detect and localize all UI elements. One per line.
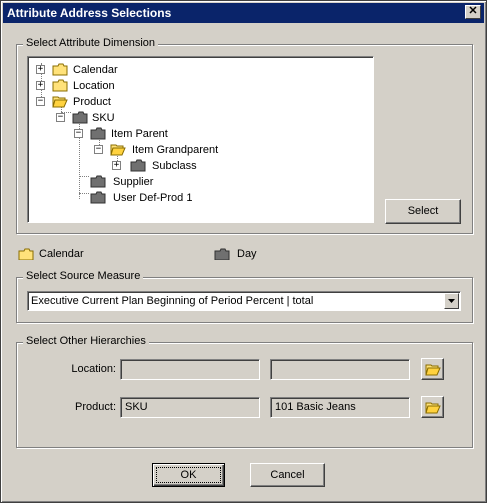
tree-node[interactable]: + Location <box>28 79 368 93</box>
source-measure-value: Executive Current Plan Beginning of Peri… <box>31 295 314 307</box>
folder-open-yellow-icon <box>110 143 126 156</box>
expand-icon[interactable]: + <box>36 81 45 90</box>
dimension-tree[interactable]: + Calendar + Location − Product − SKU − Item Pare… <box>27 56 374 223</box>
expand-icon[interactable]: + <box>36 65 45 74</box>
product-field-2[interactable]: 101 Basic Jeans <box>270 397 410 418</box>
location-label: Location: <box>71 363 116 375</box>
folder-open-yellow-icon <box>425 402 441 414</box>
location-field-1[interactable] <box>120 359 260 380</box>
dialog-window: Attribute Address Selections ✕ Select At… <box>0 0 487 503</box>
folder-dark-icon <box>72 111 88 124</box>
tree-node-label: Product <box>73 96 111 108</box>
close-button[interactable]: ✕ <box>465 5 481 19</box>
expand-icon[interactable]: + <box>112 161 121 170</box>
folder-closed-yellow-icon <box>52 79 68 92</box>
tree-node-label: Location <box>73 80 115 92</box>
selected-dimension-label: Calendar <box>39 248 84 260</box>
folder-closed-yellow-icon <box>18 248 34 260</box>
other-hierarchies-legend: Select Other Hierarchies <box>23 335 149 347</box>
source-measure-dropdown[interactable]: Executive Current Plan Beginning of Peri… <box>27 291 461 311</box>
tree-node-label: SKU <box>92 112 115 124</box>
source-measure-legend: Select Source Measure <box>23 270 144 282</box>
tree-node-label: User Def-Prod 1 <box>113 192 193 204</box>
product-label: Product: <box>75 401 116 413</box>
chevron-down-icon[interactable] <box>444 293 459 309</box>
folder-dark-icon <box>90 127 106 140</box>
window-title: Attribute Address Selections <box>7 6 172 20</box>
folder-open-yellow-icon <box>52 95 68 108</box>
tree-node[interactable]: User Def-Prod 1 <box>28 191 368 205</box>
close-icon: ✕ <box>468 5 478 17</box>
collapse-icon[interactable]: − <box>56 113 65 122</box>
tree-node-label: Calendar <box>73 64 118 76</box>
folder-closed-yellow-icon <box>52 63 68 76</box>
select-button[interactable]: Select <box>385 199 461 224</box>
other-hierarchies-group: Select Other Hierarchies <box>16 335 473 448</box>
tree-node[interactable]: + Subclass <box>28 159 368 173</box>
title-bar: Attribute Address Selections ✕ <box>3 3 484 23</box>
collapse-icon[interactable]: − <box>36 97 45 106</box>
location-browse-button[interactable] <box>421 358 444 380</box>
tree-node[interactable]: − Item Parent <box>28 127 368 141</box>
product-browse-button[interactable] <box>421 396 444 418</box>
tree-node[interactable]: − SKU <box>28 111 368 125</box>
folder-dark-icon <box>90 175 106 188</box>
product-field-1[interactable]: SKU <box>120 397 260 418</box>
tree-node[interactable]: − Item Grandparent <box>28 143 368 157</box>
folder-open-yellow-icon <box>425 364 441 376</box>
folder-dark-icon <box>214 248 230 260</box>
ok-button[interactable]: OK <box>152 463 225 487</box>
location-field-2[interactable] <box>270 359 410 380</box>
tree-node-label: Item Parent <box>111 128 168 140</box>
folder-dark-icon <box>130 159 146 172</box>
attribute-dimension-legend: Select Attribute Dimension <box>23 37 159 49</box>
tree-node[interactable]: + Calendar <box>28 63 368 77</box>
folder-dark-icon <box>90 191 106 204</box>
tree-node-label: Item Grandparent <box>132 144 219 156</box>
tree-node[interactable]: Supplier <box>28 175 368 189</box>
tree-node-label: Subclass <box>152 160 197 172</box>
tree-node[interactable]: − Product <box>28 95 368 109</box>
cancel-button[interactable]: Cancel <box>250 463 325 487</box>
tree-node-label: Supplier <box>113 176 154 188</box>
selected-level-label: Day <box>237 248 257 260</box>
collapse-icon[interactable]: − <box>94 145 103 154</box>
collapse-icon[interactable]: − <box>74 129 83 138</box>
